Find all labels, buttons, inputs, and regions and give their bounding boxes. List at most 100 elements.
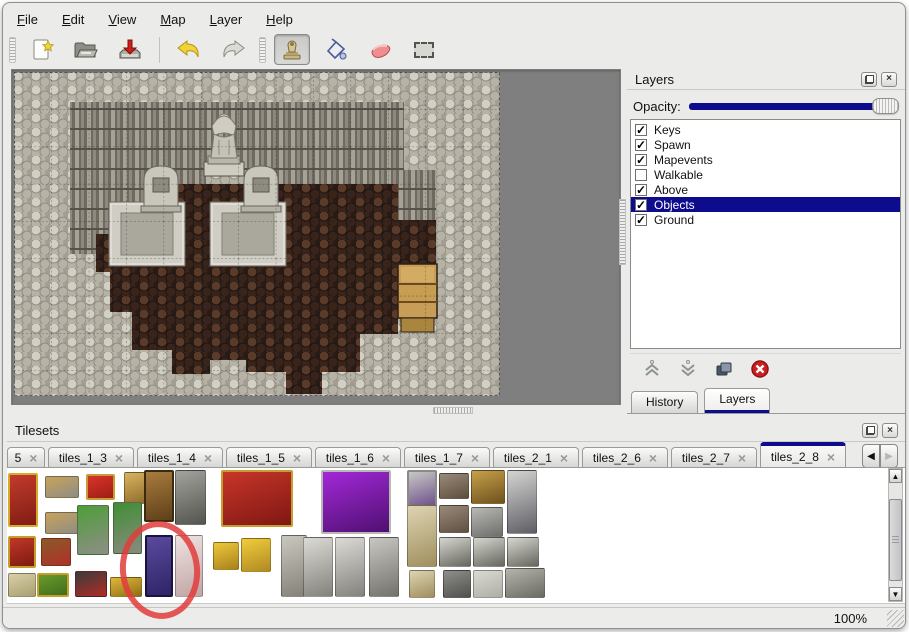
- close-tab-icon[interactable]: ×: [471, 451, 479, 465]
- layer-visibility-checkbox[interactable]: [635, 169, 647, 181]
- raise-layer-button[interactable]: [640, 357, 664, 381]
- loom-bench-tile[interactable]: [45, 512, 79, 534]
- gargoyle-fountain-tile[interactable]: [369, 537, 399, 597]
- dark-shelf-tile[interactable]: [75, 571, 107, 597]
- tab-history[interactable]: History: [631, 391, 698, 413]
- close-panel-button[interactable]: ×: [881, 72, 897, 87]
- layer-visibility-checkbox[interactable]: ✓: [635, 214, 647, 226]
- gargoyle-statue-tile[interactable]: [335, 537, 365, 597]
- opacity-slider[interactable]: [689, 98, 899, 114]
- layer-row-mapevents[interactable]: ✓Mapevents: [631, 152, 900, 167]
- eraser-tool-button[interactable]: [362, 34, 398, 65]
- float-panel-button[interactable]: [861, 72, 877, 87]
- lower-layer-button[interactable]: [676, 357, 700, 381]
- tileset-tab-tiles_1_4[interactable]: tiles_1_4×: [137, 447, 223, 468]
- close-tab-icon[interactable]: ×: [827, 450, 835, 464]
- stone-block-tile[interactable]: [473, 570, 503, 598]
- close-tab-icon[interactable]: ×: [29, 451, 37, 465]
- fill-tool-button[interactable]: [318, 34, 354, 65]
- stone-gate-tile[interactable]: [175, 470, 206, 525]
- wood-door-tile[interactable]: [144, 470, 174, 522]
- layer-row-above[interactable]: ✓Above: [631, 182, 900, 197]
- close-tab-icon[interactable]: ×: [293, 451, 301, 465]
- tileset-tab-tiles_2_1[interactable]: tiles_2_1×: [493, 447, 579, 468]
- tileset-tab-tiles_1_7[interactable]: tiles_1_7×: [404, 447, 490, 468]
- scroll-up-button[interactable]: ▲: [889, 469, 902, 483]
- tileset-tab-tiles_2_7[interactable]: tiles_2_7×: [671, 447, 757, 468]
- close-tab-icon[interactable]: ×: [382, 451, 390, 465]
- duplicate-layer-button[interactable]: [712, 357, 736, 381]
- delete-layer-button[interactable]: [748, 357, 772, 381]
- vertical-splitter-handle[interactable]: [619, 199, 626, 265]
- close-tab-icon[interactable]: ×: [738, 451, 746, 465]
- menu-layer[interactable]: Layer: [206, 10, 247, 30]
- new-file-button[interactable]: [24, 34, 60, 65]
- stone-ledge-tile[interactable]: [473, 537, 505, 567]
- close-tab-icon[interactable]: ×: [649, 451, 657, 465]
- scroll-down-button[interactable]: ▼: [889, 587, 902, 601]
- gargoyle-statue-tile[interactable]: [303, 537, 333, 597]
- tileset-tab-5[interactable]: 5×: [7, 447, 45, 468]
- close-tab-icon[interactable]: ×: [560, 451, 568, 465]
- knight-armor-tile[interactable]: [507, 470, 537, 534]
- loom-bench-tile[interactable]: [45, 476, 79, 498]
- armor-pile-tile[interactable]: [471, 507, 503, 537]
- tileset-tab-tiles_1_6[interactable]: tiles_1_6×: [315, 447, 401, 468]
- rock-pile-tile[interactable]: [505, 568, 545, 598]
- close-panel-button[interactable]: ×: [882, 423, 898, 438]
- bookshelf-tile[interactable]: [41, 538, 71, 566]
- scroll-tabs-right-button[interactable]: ▶: [880, 444, 898, 468]
- open-file-button[interactable]: [68, 34, 104, 65]
- layer-visibility-checkbox[interactable]: ✓: [635, 184, 647, 196]
- tileset-tab-tiles_1_5[interactable]: tiles_1_5×: [226, 447, 312, 468]
- menu-help[interactable]: Help: [262, 10, 297, 30]
- palm-plant-tile[interactable]: [77, 505, 109, 555]
- tileset-vscrollbar[interactable]: ▲ ▼: [888, 468, 903, 602]
- tileset-content[interactable]: [7, 467, 906, 604]
- stone-ledge-tile[interactable]: [507, 537, 539, 567]
- opacity-slider-track[interactable]: [689, 103, 897, 110]
- stone-bench-tile[interactable]: [439, 473, 469, 499]
- emblem-banner-tile[interactable]: [8, 536, 36, 568]
- king-portrait-tile[interactable]: [407, 470, 437, 510]
- red-throne-tile[interactable]: [221, 470, 293, 527]
- save-file-button[interactable]: [112, 34, 148, 65]
- stone-pillar-tile[interactable]: [443, 570, 471, 598]
- red-banner-tile[interactable]: [8, 473, 38, 527]
- menu-map[interactable]: Map: [156, 10, 189, 30]
- layer-row-spawn[interactable]: ✓Spawn: [631, 137, 900, 152]
- layer-row-objects[interactable]: ✓Objects: [631, 197, 900, 212]
- scroll-tabs-left-button[interactable]: ◀: [862, 444, 880, 468]
- obelisk-tile[interactable]: [407, 505, 437, 567]
- stone-bench-tile[interactable]: [439, 505, 469, 533]
- map-hscroll-handle[interactable]: [433, 407, 473, 414]
- tileset-tab-tiles_2_6[interactable]: tiles_2_6×: [582, 447, 668, 468]
- stamp-tool-button[interactable]: [274, 34, 310, 65]
- tab-layers[interactable]: Layers: [704, 388, 770, 413]
- stone-ledge-tile[interactable]: [439, 537, 471, 567]
- layer-row-keys[interactable]: ✓Keys: [631, 122, 900, 137]
- green-banner-tile[interactable]: [37, 573, 69, 597]
- layer-visibility-checkbox[interactable]: ✓: [635, 199, 647, 211]
- red-cushion-tile[interactable]: [86, 474, 115, 500]
- menu-file[interactable]: File: [13, 10, 42, 30]
- close-tab-icon[interactable]: ×: [204, 451, 212, 465]
- obelisk-small-tile[interactable]: [409, 570, 435, 598]
- purple-throne-tile[interactable]: [321, 470, 391, 534]
- resize-grip[interactable]: [887, 610, 904, 627]
- scrollbar-thumb[interactable]: [889, 499, 902, 581]
- close-tab-icon[interactable]: ×: [115, 451, 123, 465]
- map-view[interactable]: [11, 69, 621, 405]
- menu-edit[interactable]: Edit: [58, 10, 88, 30]
- undo-button[interactable]: [171, 34, 207, 65]
- toolbar-drag-handle[interactable]: [9, 37, 16, 63]
- layer-row-walkable[interactable]: Walkable: [631, 167, 900, 182]
- layer-visibility-checkbox[interactable]: ✓: [635, 139, 647, 151]
- map-canvas[interactable]: [13, 71, 621, 410]
- opacity-slider-handle[interactable]: [872, 98, 899, 114]
- wood-desk-tile[interactable]: [471, 470, 505, 504]
- gold-pile-tile[interactable]: [241, 538, 271, 572]
- select-tool-button[interactable]: [406, 34, 442, 65]
- tileset-tab-tiles_2_8[interactable]: tiles_2_8×: [760, 442, 846, 468]
- menu-view[interactable]: View: [104, 10, 140, 30]
